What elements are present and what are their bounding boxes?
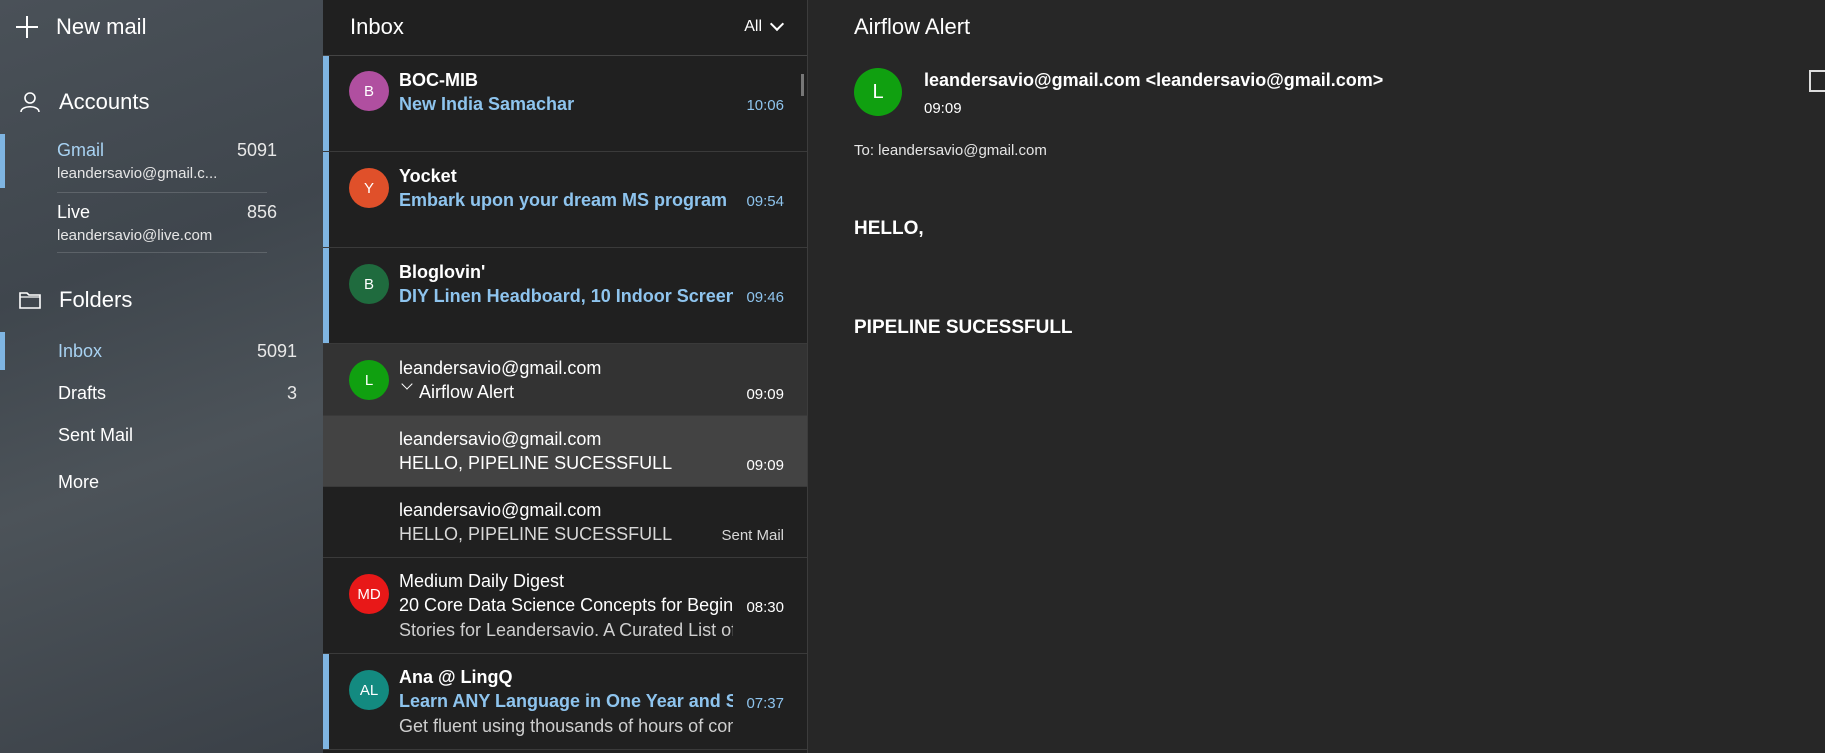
message-time: 07:37 [746,695,784,712]
folder-inbox[interactable]: Inbox 5091 [0,330,323,372]
list-item[interactable]: AL Ana @ LingQ Learn ANY Language in One… [323,654,807,750]
sender-avatar: L [854,68,902,116]
message-time: 09:46 [746,289,784,306]
message-sender: leandersavio@gmail.com [399,500,602,520]
folder-count: 3 [286,382,297,403]
message-time: 09:09 [746,386,784,403]
message-list: Inbox All B BOC-MIB New India Samachar 1… [323,0,808,753]
folder-drafts[interactable]: Drafts 3 [0,372,323,414]
folder-name: More [58,471,100,492]
avatar: B [349,71,389,111]
message-preview: Stories for Leandersavio. A Curated List… [399,620,733,640]
folder-sent-mail[interactable]: Sent Mail [0,414,323,456]
thread-item[interactable]: leandersavio@gmail.com HELLO, PIPELINE S… [323,416,807,487]
message-subject: New India Samachar [399,94,575,114]
filter-label: All [744,18,762,35]
folder-count: 5091 [256,340,297,361]
new-mail-button[interactable]: New mail [0,6,323,48]
folder-name: Sent Mail [58,424,134,445]
message-preview: Get fluent using thousands of hours of c… [399,716,733,736]
message-subject: Embark upon your dream MS program [399,190,728,210]
divider [57,252,267,253]
reader-to: To: leandersavio@gmail.com [854,142,1047,159]
chevron-down-icon [769,16,785,32]
account-name: Gmail [57,140,105,160]
thread-header[interactable]: L leandersavio@gmail.com Airflow Alert 0… [323,344,807,416]
message-body-line: PIPELINE SUCESSFULL [854,317,1073,338]
folders-label: Folders [59,287,133,312]
account-gmail[interactable]: Gmail 5091 leandersavio@gmail.c... [0,132,323,190]
reading-pane: Airflow Alert L leandersavio@gmail.com <… [808,0,1825,753]
list-item[interactable]: MD Medium Daily Digest 20 Core Data Scie… [323,558,807,654]
avatar: MD [349,574,389,614]
message-time: 10:06 [746,97,784,114]
folder-more[interactable]: More [0,461,323,503]
sidebar: New mail Accounts Gmail 5091 leandersavi… [0,0,323,753]
account-name: Live [57,202,91,222]
reader-time: 09:09 [924,100,962,117]
list-item[interactable]: B BOC-MIB New India Samachar 10:06 [323,56,807,152]
divider [57,192,267,193]
message-sender: leandersavio@gmail.com [399,429,602,449]
message-subject: Learn ANY Language in One Year and Speak [399,691,733,711]
list-title: Inbox [350,14,404,39]
reader-from[interactable]: leandersavio@gmail.com <leandersavio@gma… [924,70,1383,91]
message-sender: BOC-MIB [399,70,478,90]
message-subject: 20 Core Data Science Concepts for Beginn… [399,595,733,615]
message-sender: Yocket [399,166,457,186]
folder-name: Drafts [58,382,107,403]
avatar: L [349,360,389,400]
avatar: Y [349,168,389,208]
message-body-line: HELLO, [854,218,924,239]
account-email: leandersavio@gmail.c... [57,165,218,182]
account-email: leandersavio@live.com [57,227,213,244]
list-item[interactable]: Y Yocket Embark upon your dream MS progr… [323,152,807,248]
folder-icon [19,292,41,309]
folders-header[interactable]: Folders [0,280,323,320]
folder-name: Inbox [58,340,103,361]
accounts-label: Accounts [59,89,150,114]
list-header: Inbox All [323,0,807,56]
message-folder-tag: Sent Mail [721,527,784,544]
filter-dropdown[interactable]: All [744,16,785,36]
account-live[interactable]: Live 856 leandersavio@live.com [0,194,323,252]
message-sender: Medium Daily Digest [399,571,565,591]
message-subject: HELLO, PIPELINE SUCESSFULL [399,524,673,544]
plus-icon [16,16,38,38]
thread-item[interactable]: leandersavio@gmail.com HELLO, PIPELINE S… [323,487,807,558]
chevron-down-icon[interactable] [401,378,413,390]
message-time: 08:30 [746,599,784,616]
message-time: 09:09 [746,457,784,474]
message-subject: HELLO, PIPELINE SUCESSFULL [399,453,673,473]
open-in-window-icon[interactable] [1809,70,1825,92]
new-mail-label: New mail [56,14,147,39]
message-time: 09:54 [746,193,784,210]
avatar: AL [349,670,389,710]
reader-subject: Airflow Alert [854,14,971,39]
avatar: B [349,264,389,304]
accounts-header[interactable]: Accounts [0,82,323,122]
list-item[interactable]: B Bloglovin' DIY Linen Headboard, 10 Ind… [323,248,807,344]
message-subject: Airflow Alert [419,382,515,402]
account-count: 5091 [236,140,277,160]
account-count: 856 [246,202,277,222]
message-sender: Ana @ LingQ [399,667,513,687]
person-icon [20,92,40,113]
message-sender: Bloglovin' [399,262,486,282]
message-sender: leandersavio@gmail.com [399,358,602,378]
message-subject: DIY Linen Headboard, 10 Indoor Screen [399,286,733,306]
